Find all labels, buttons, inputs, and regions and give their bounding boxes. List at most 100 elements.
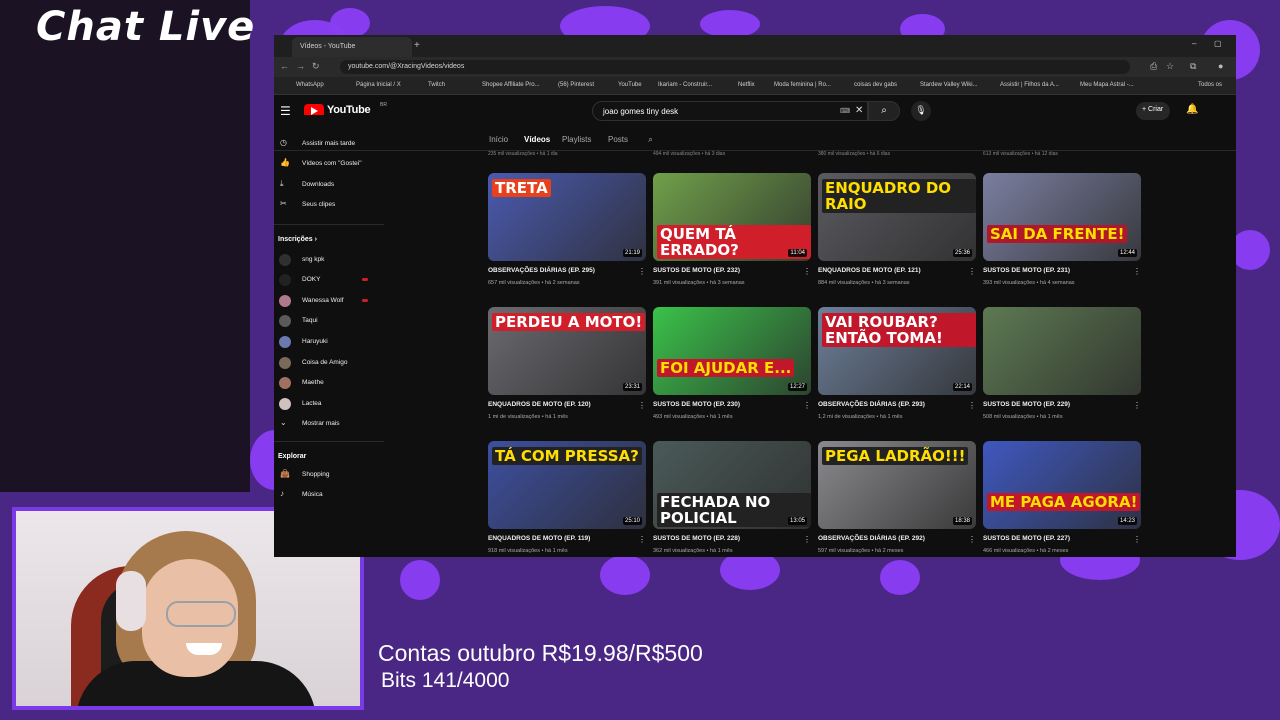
video-card[interactable]: SUSTOS DE MOTO (EP. 229) 508 mil visualiz… xyxy=(983,307,1141,433)
video-title[interactable]: SUSTOS DE MOTO (EP. 227) xyxy=(983,535,1131,542)
profile-icon[interactable]: ● xyxy=(1218,61,1223,71)
subscriptions-header[interactable]: Inscrições › xyxy=(278,236,317,243)
browser-tab[interactable]: Vídeos - YouTube xyxy=(292,37,412,57)
video-title[interactable]: OBSERVAÇÕES DIÁRIAS (EP. 293) xyxy=(818,401,966,408)
video-title[interactable]: ENQUADROS DE MOTO (EP. 119) xyxy=(488,535,636,542)
subscription-item[interactable]: DOKY xyxy=(274,272,384,288)
show-more-button[interactable]: ⌄ Mostrar mais xyxy=(274,416,384,432)
video-card[interactable]: PEGA LADRÃO!!! 18:38 OBSERVAÇÕES DIÁRIAS (… xyxy=(818,441,976,557)
video-title[interactable]: SUSTOS DE MOTO (EP. 232) xyxy=(653,267,801,274)
video-card[interactable]: TÁ COM PRESSA? 25:10 ENQUADROS DE MOTO (EP… xyxy=(488,441,646,557)
subscription-item[interactable]: Haruyuki xyxy=(274,334,384,350)
bookmark-item[interactable]: (56) Pinterest xyxy=(558,82,594,88)
bookmark-item[interactable]: Moda feminina | Ro... xyxy=(774,82,831,88)
video-thumbnail[interactable]: VAI ROUBAR? ENTÃO TOMA! 22:14 xyxy=(818,307,976,395)
sidebar-item-music[interactable]: ♪ Música xyxy=(274,487,384,503)
bookmark-item[interactable]: Assistir | Filhos da A... xyxy=(1000,82,1059,88)
video-card[interactable]: PERDEU A MOTO! 23:31 ENQUADROS DE MOTO (EP… xyxy=(488,307,646,433)
more-options-icon[interactable]: ⋮ xyxy=(968,267,976,276)
subscription-item[interactable]: Wanessa Wolf xyxy=(274,293,384,309)
bookmark-item[interactable]: coisas dev gabs xyxy=(854,82,897,88)
video-title[interactable]: SUSTOS DE MOTO (EP. 231) xyxy=(983,267,1131,274)
extensions-icon[interactable]: ⧉ xyxy=(1190,61,1196,72)
video-thumbnail[interactable]: PEGA LADRÃO!!! 18:38 xyxy=(818,441,976,529)
more-options-icon[interactable]: ⋮ xyxy=(638,535,646,544)
video-title[interactable]: OBSERVAÇÕES DIÁRIAS (EP. 295) xyxy=(488,267,636,274)
video-card[interactable]: SAI DA FRENTE! 12:44 SUSTOS DE MOTO (EP. 2… xyxy=(983,173,1141,299)
tab-playlists[interactable]: Playlists xyxy=(562,135,591,144)
more-options-icon[interactable]: ⋮ xyxy=(1133,401,1141,410)
bookmark-item[interactable]: Meu Mapa Astral -... xyxy=(1080,82,1134,88)
search-button[interactable]: ⌕ xyxy=(868,101,900,121)
minimize-icon[interactable]: – xyxy=(1192,39,1196,48)
more-options-icon[interactable]: ⋮ xyxy=(1133,267,1141,276)
bookmark-item[interactable]: YouTube xyxy=(618,82,642,88)
video-thumbnail[interactable]: PERDEU A MOTO! 23:31 xyxy=(488,307,646,395)
video-card[interactable]: TRETA 21:19 OBSERVAÇÕES DIÁRIAS (EP. 295) 6… xyxy=(488,173,646,299)
url-field[interactable]: youtube.com/@XracingVideos/videos xyxy=(340,60,1130,74)
video-title[interactable]: SUSTOS DE MOTO (EP. 230) xyxy=(653,401,801,408)
bookmark-item[interactable]: Stardew Valley Wiki... xyxy=(920,82,978,88)
more-options-icon[interactable]: ⋮ xyxy=(803,535,811,544)
video-thumbnail[interactable]: SAI DA FRENTE! 12:44 xyxy=(983,173,1141,261)
notifications-icon[interactable]: 🔔 xyxy=(1186,104,1198,115)
tab-posts[interactable]: Posts xyxy=(608,135,628,144)
subscription-item[interactable]: Taqui xyxy=(274,313,384,329)
video-title[interactable]: SUSTOS DE MOTO (EP. 229) xyxy=(983,401,1131,408)
star-icon[interactable]: ☆ xyxy=(1166,61,1174,72)
video-card[interactable]: ENQUADRO DO RAIO 25:36 ENQUADROS DE MOTO (… xyxy=(818,173,976,299)
video-title[interactable]: ENQUADROS DE MOTO (EP. 120) xyxy=(488,401,636,408)
bookmark-item[interactable]: WhatsApp xyxy=(296,82,324,88)
more-options-icon[interactable]: ⋮ xyxy=(968,535,976,544)
bookmark-item[interactable]: Netflix xyxy=(738,82,755,88)
forward-icon[interactable]: → xyxy=(296,61,305,71)
install-icon[interactable]: ⎙ xyxy=(1150,61,1157,72)
search-input[interactable]: joao gomes tiny desk xyxy=(592,101,868,121)
video-card[interactable]: ME PAGA AGORA! 14:23 SUSTOS DE MOTO (EP. 2… xyxy=(983,441,1141,557)
video-title[interactable]: SUSTOS DE MOTO (EP. 228) xyxy=(653,535,801,542)
subscription-item[interactable]: sng kpk xyxy=(274,252,384,268)
more-options-icon[interactable]: ⋮ xyxy=(968,401,976,410)
video-card[interactable]: FECHADA NO POLICIAL 13:05 SUSTOS DE MOTO (… xyxy=(653,441,811,557)
more-options-icon[interactable]: ⋮ xyxy=(638,267,646,276)
more-options-icon[interactable]: ⋮ xyxy=(803,401,811,410)
maximize-icon[interactable]: ▢ xyxy=(1214,39,1222,48)
back-icon[interactable]: ← xyxy=(280,61,289,71)
video-title[interactable]: ENQUADROS DE MOTO (EP. 121) xyxy=(818,267,966,274)
subscription-item[interactable]: Coisa de Amigo xyxy=(274,355,384,371)
microphone-icon[interactable]: 🎙 xyxy=(911,101,931,121)
bookmark-item[interactable]: Todos os xyxy=(1198,82,1222,88)
new-tab-button[interactable]: + xyxy=(414,40,420,51)
sidebar-item-shopping[interactable]: 👜 Shopping xyxy=(274,467,384,483)
more-options-icon[interactable]: ⋮ xyxy=(1133,535,1141,544)
clear-icon[interactable]: ✕ xyxy=(855,105,863,116)
video-thumbnail[interactable]: TÁ COM PRESSA? 25:10 xyxy=(488,441,646,529)
video-thumbnail[interactable]: ENQUADRO DO RAIO 25:36 xyxy=(818,173,976,261)
create-button[interactable]: + Criar xyxy=(1136,102,1170,120)
tab-videos[interactable]: Vídeos xyxy=(524,135,550,144)
bookmark-item[interactable]: Ikariam - Construir... xyxy=(658,82,712,88)
video-thumbnail[interactable]: FOI AJUDAR E... 12:27 xyxy=(653,307,811,395)
video-thumbnail[interactable]: TRETA 21:19 xyxy=(488,173,646,261)
bookmark-item[interactable]: Página Inicial / X xyxy=(356,82,401,88)
bookmark-item[interactable]: Shopee Affiliate Pro... xyxy=(482,82,540,88)
video-thumbnail[interactable]: ME PAGA AGORA! 14:23 xyxy=(983,441,1141,529)
video-thumbnail[interactable] xyxy=(983,307,1141,395)
video-thumbnail[interactable]: FECHADA NO POLICIAL 13:05 xyxy=(653,441,811,529)
video-card[interactable]: VAI ROUBAR? ENTÃO TOMA! 22:14 OBSERVAÇÕES … xyxy=(818,307,976,433)
video-card[interactable]: QUEM TÁ ERRADO? 11:04 SUSTOS DE MOTO (EP. … xyxy=(653,173,811,299)
subscription-item[interactable]: Maethe xyxy=(274,375,384,391)
subscription-item[interactable]: Lactea xyxy=(274,396,384,412)
bookmark-item[interactable]: Twitch xyxy=(428,82,445,88)
tab-inicio[interactable]: Início xyxy=(489,135,508,144)
video-thumbnail[interactable]: QUEM TÁ ERRADO? 11:04 xyxy=(653,173,811,261)
channel-search-icon[interactable]: ⌕ xyxy=(648,134,653,145)
sidebar-item-liked[interactable]: 👍 Vídeos com "Gostei" xyxy=(274,156,384,172)
more-options-icon[interactable]: ⋮ xyxy=(638,401,646,410)
sidebar-item-downloads[interactable]: ⤓ Downloads xyxy=(274,177,384,193)
reload-icon[interactable]: ↻ xyxy=(312,61,320,72)
video-card[interactable]: FOI AJUDAR E... 12:27 SUSTOS DE MOTO (EP. … xyxy=(653,307,811,433)
more-options-icon[interactable]: ⋮ xyxy=(803,267,811,276)
keyboard-icon[interactable]: ⌨ xyxy=(840,107,850,115)
video-title[interactable]: OBSERVAÇÕES DIÁRIAS (EP. 292) xyxy=(818,535,966,542)
